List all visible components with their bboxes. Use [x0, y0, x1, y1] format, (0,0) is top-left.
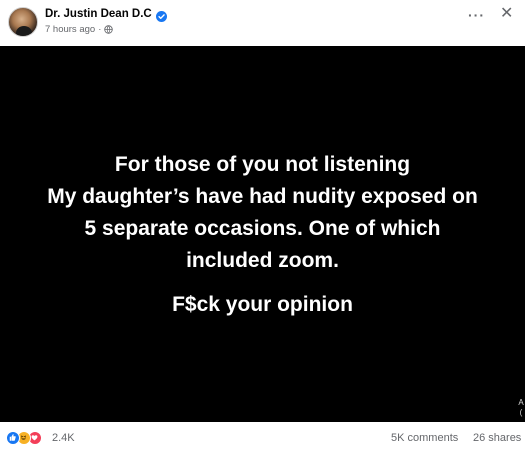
- like-icon: [6, 431, 20, 445]
- verified-badge-icon: [155, 9, 167, 22]
- facebook-post: Dr. Justin Dean D.C 7 hours ago · ··· ✕ …: [0, 0, 525, 452]
- avatar[interactable]: [8, 7, 38, 37]
- card-text-line: For those of you not listening: [114, 153, 411, 176]
- post-meta: 7 hours ago ·: [45, 24, 114, 35]
- author-name[interactable]: Dr. Justin Dean D.C: [45, 8, 152, 20]
- more-options-icon[interactable]: ···: [468, 8, 485, 22]
- author-row: Dr. Justin Dean D.C: [45, 8, 167, 22]
- meta-separator: ·: [98, 24, 102, 35]
- card-text-line: My daughter’s have had nudity exposed on: [47, 185, 478, 208]
- reaction-count[interactable]: 2.4K: [52, 432, 75, 444]
- post-header: Dr. Justin Dean D.C 7 hours ago · ··· ✕: [0, 0, 525, 46]
- comments-count[interactable]: 5K comments: [391, 432, 458, 444]
- close-icon[interactable]: ✕: [500, 6, 513, 22]
- post-footer: 2.4K 5K comments 26 shares: [0, 422, 525, 452]
- card-text-line: included zoom.: [186, 249, 339, 272]
- post-timestamp[interactable]: 7 hours ago: [45, 24, 95, 35]
- text-post-card[interactable]: For those of you not listening My daught…: [0, 46, 525, 422]
- edge-glyph: A: [518, 398, 524, 407]
- edge-glyph: (: [519, 408, 523, 417]
- card-text-line: F$ck your opinion: [172, 293, 353, 316]
- globe-icon: [104, 25, 114, 34]
- shares-count[interactable]: 26 shares: [473, 432, 521, 444]
- card-text-line: 5 separate occasions. One of which: [84, 217, 441, 240]
- reactions-summary[interactable]: [6, 431, 42, 445]
